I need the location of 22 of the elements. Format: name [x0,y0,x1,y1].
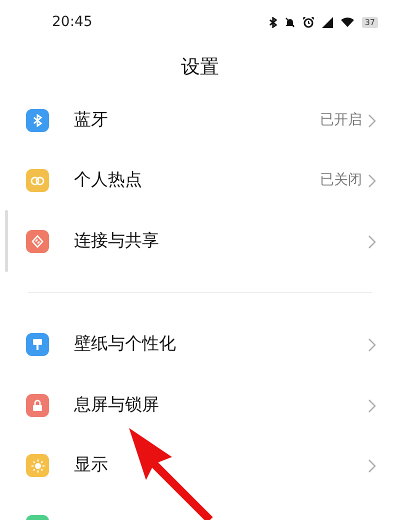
alarm-icon [302,16,314,28]
item-label: 个人热点 [74,169,143,192]
page-title: 设置 [180,55,220,80]
scroll-indicator [5,210,8,272]
item-label: 壁纸与个性化 [74,333,177,356]
status-time: 20:45 [52,12,92,32]
signal-icon [322,16,333,28]
settings-item[interactable]: 蓝牙 已开启 [0,90,400,150]
item-label: 连接与共享 [74,230,160,252]
settings-item[interactable]: 息屏与锁屏 [0,375,400,436]
item-label: 显示 [74,454,109,477]
item-label: 息屏与锁屏 [74,394,160,416]
battery-indicator: 37 [362,16,378,28]
bell-muted-icon [284,16,295,28]
item-value: 已开启 [320,110,362,130]
bluetooth-icon [268,16,277,28]
item-label: 蓝牙 [74,108,109,132]
settings-item[interactable]: 连接与共享 [0,211,400,272]
settings-item[interactable]: 壁纸与个性化 [0,314,400,375]
wifi-icon [340,17,354,27]
item-value: 已关闭 [320,171,362,190]
settings-item[interactable]: 个人热点 已关闭 [0,150,400,211]
